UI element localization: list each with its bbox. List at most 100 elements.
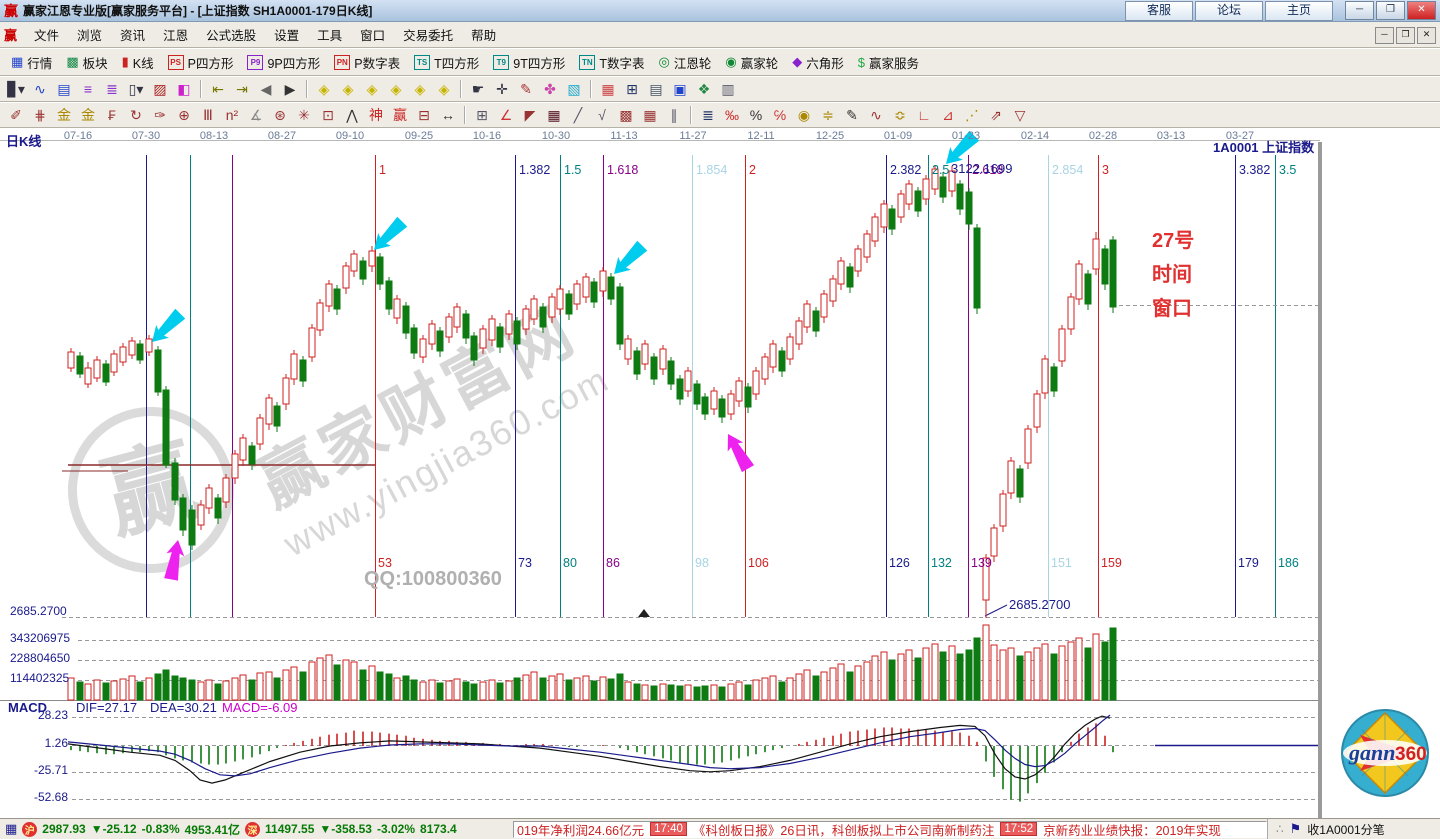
n-square-button[interactable]: n²	[221, 105, 243, 125]
toolbar-9t-square-button[interactable]: T99T四方形	[486, 51, 572, 73]
chart-9-button[interactable]: ≣	[101, 79, 123, 99]
menu-2[interactable]: 资讯	[111, 26, 154, 46]
diamond-plus-button[interactable]: ◈	[409, 79, 431, 99]
menu-1[interactable]: 浏览	[68, 26, 111, 46]
fan-fill-button[interactable]: ◤	[519, 105, 541, 125]
mail-button[interactable]: ❖	[693, 79, 715, 99]
toolbar-9p-square-button[interactable]: P99P四方形	[240, 51, 327, 73]
menu-5[interactable]: 设置	[265, 26, 308, 46]
color-chart-button[interactable]: ◧	[173, 79, 195, 99]
prev-page-button[interactable]: ◀	[255, 79, 277, 99]
fan-lines-button[interactable]: ∠	[495, 105, 517, 125]
diamond-cross-button[interactable]: ◈	[385, 79, 407, 99]
toolbar-winner-wheel-button[interactable]: ◉赢家轮	[718, 51, 785, 73]
marker-pen-button[interactable]: ✑	[149, 105, 171, 125]
notepad-button[interactable]: ▤	[645, 79, 667, 99]
right-angle-button[interactable]: ∟	[913, 105, 935, 125]
chart-right-bar[interactable]	[1318, 142, 1322, 818]
dots-icon[interactable]: ∴	[1276, 822, 1284, 836]
diamond-all-button[interactable]: ◈	[433, 79, 455, 99]
wave-tool-button[interactable]: ∿	[865, 105, 887, 125]
chart-canvas[interactable]: 赢家财富网 www.yingjia360.com 赢 07-1607-3008-…	[0, 129, 1440, 818]
zigzag-small-button[interactable]: ⋀	[341, 105, 363, 125]
stats-bars-button[interactable]: ≣	[697, 105, 719, 125]
save-button[interactable]: ▣	[669, 79, 691, 99]
red-pencil-button[interactable]: ✐	[5, 105, 27, 125]
toolbar-t-table-button[interactable]: TNT数字表	[572, 51, 651, 73]
minimize-button[interactable]: ─	[1345, 1, 1374, 20]
box-select-button[interactable]: ⊞	[471, 105, 493, 125]
flower-tool-button[interactable]: ✤	[539, 79, 561, 99]
palette-tool-button[interactable]: ▧	[563, 79, 585, 99]
check-line-button[interactable]: √	[591, 105, 613, 125]
ruler-123-button[interactable]: ⊟	[413, 105, 435, 125]
big-grid-button[interactable]: ▩	[615, 105, 637, 125]
percent-button[interactable]: %	[745, 105, 767, 125]
gann-target-button[interactable]: ⊛	[269, 105, 291, 125]
ticker-time-badge[interactable]: 17:52	[1000, 822, 1037, 836]
crosshair-tool-button[interactable]: ✛	[491, 79, 513, 99]
shen-tool-button[interactable]: 神	[365, 105, 387, 125]
menu-3[interactable]: 江恩	[154, 26, 197, 46]
titlebar-nav-forum[interactable]: 论坛	[1195, 1, 1263, 21]
gold-band-button[interactable]: ≎	[889, 105, 911, 125]
grid-icon[interactable]: ▦	[5, 821, 17, 837]
toolbar-p-table-button[interactable]: PNP数字表	[327, 51, 407, 73]
speed-arrow-button[interactable]: ⇗	[985, 105, 1007, 125]
menu-0[interactable]: 文件	[25, 26, 68, 46]
mdi-minimize-button[interactable]: ─	[1375, 27, 1394, 44]
shenzhen-badge[interactable]: 深	[245, 822, 260, 837]
candle-type-button[interactable]: ▯▾	[125, 79, 147, 99]
news-ticker[interactable]: 019年净利润24.66亿元17:40《科创板日报》26日讯，科创板拟上市公司南…	[513, 821, 1267, 838]
angle-fan-button[interactable]: ∡	[245, 105, 267, 125]
ticker-news-item[interactable]: 《科创板日报》26日讯，科创板拟上市公司南新制药注	[693, 821, 994, 838]
f-grid-button[interactable]: ₣	[101, 105, 123, 125]
diamond-right-button[interactable]: ◈	[337, 79, 359, 99]
width-measure-button[interactable]: ↔	[437, 105, 459, 125]
ticker-news-item[interactable]: 京新药业业绩快报：2019年实现	[1043, 821, 1221, 838]
menu-6[interactable]: 工具	[308, 26, 351, 46]
zigzag-line-button[interactable]: ∿	[29, 79, 51, 99]
last-page-button[interactable]: ⇥	[231, 79, 253, 99]
mdi-restore-button[interactable]: ❐	[1396, 27, 1415, 44]
permille-button[interactable]: ‰	[721, 105, 743, 125]
tick-data-label[interactable]: 收1A0001分笔	[1307, 821, 1384, 838]
tri-angle-button[interactable]: ⊿	[937, 105, 959, 125]
toolbar-t-square-button[interactable]: TST四方形	[407, 51, 486, 73]
period-selector-button[interactable]: ▊▾	[5, 79, 27, 99]
ink-pen-button[interactable]: ✎	[841, 105, 863, 125]
angle-pencil-button[interactable]: ✎	[515, 79, 537, 99]
tri-down-button[interactable]: ▽	[1009, 105, 1031, 125]
pattern-tool-button[interactable]: ▨	[149, 79, 171, 99]
window-grid-button[interactable]: ▦	[639, 105, 661, 125]
ying-tool-button[interactable]: 赢	[389, 105, 411, 125]
diamond-horizontal-button[interactable]: ◈	[361, 79, 383, 99]
diamond-left-button[interactable]: ◈	[313, 79, 335, 99]
restore-button[interactable]: ❐	[1376, 1, 1405, 20]
trend-line-button[interactable]: ╱	[567, 105, 589, 125]
gold-circle-button[interactable]: ◉	[793, 105, 815, 125]
close-button[interactable]: ✕	[1407, 1, 1436, 20]
gold-level-button[interactable]: ≑	[817, 105, 839, 125]
toolbar-quotes-button[interactable]: ▦行情	[4, 51, 59, 73]
menu-4[interactable]: 公式选股	[197, 26, 265, 46]
parallel-lines-button[interactable]: ∥	[663, 105, 685, 125]
flag-icon[interactable]: ⚑	[1290, 821, 1302, 837]
next-page-button[interactable]: ▶	[279, 79, 301, 99]
printer-button[interactable]: ▥	[717, 79, 739, 99]
golden-box-button[interactable]: 金	[77, 105, 99, 125]
gann-grid-button[interactable]: ⋕	[29, 105, 51, 125]
chart-3-button[interactable]: ≡	[77, 79, 99, 99]
grid-iii-button[interactable]: Ⅲ	[197, 105, 219, 125]
menu-8[interactable]: 交易委托	[394, 26, 462, 46]
calculator-button[interactable]: ⊞	[621, 79, 643, 99]
shanghai-badge[interactable]: 沪	[22, 822, 37, 837]
toolbar-sectors-button[interactable]: ▩板块	[59, 51, 114, 73]
toolbar-p-square-button[interactable]: PSP四方形	[161, 51, 241, 73]
info-panel-button[interactable]: ▤	[53, 79, 75, 99]
menu-9[interactable]: 帮助	[462, 26, 505, 46]
titlebar-nav-service[interactable]: 客服	[1125, 1, 1193, 21]
square-web-button[interactable]: ⊡	[317, 105, 339, 125]
first-page-button[interactable]: ⇤	[207, 79, 229, 99]
toolbar-winner-service-button[interactable]: $赢家服务	[851, 51, 926, 73]
